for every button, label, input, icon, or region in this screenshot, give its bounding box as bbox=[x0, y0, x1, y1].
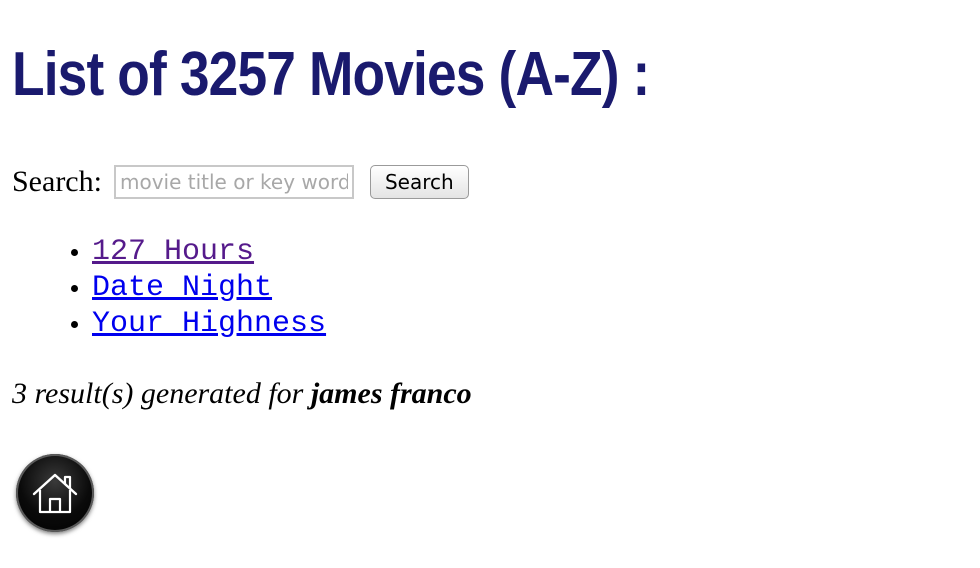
results-summary: 3 result(s) generated for james franco bbox=[12, 374, 472, 414]
search-form: Search: Search bbox=[12, 160, 469, 204]
movie-link-date-night[interactable]: Date Night bbox=[92, 271, 272, 305]
search-query: james franco bbox=[310, 377, 472, 410]
movie-link-your-highness[interactable]: Your Highness bbox=[92, 307, 326, 341]
search-label: Search: bbox=[12, 165, 102, 198]
list-item: 127 Hours bbox=[92, 234, 326, 270]
list-item: Date Night bbox=[92, 270, 326, 306]
page-title: List of 3257 Movies (A-Z) : bbox=[12, 40, 650, 109]
results-list: 127 Hours Date Night Your Highness bbox=[52, 234, 326, 342]
movie-link-127-hours[interactable]: 127 Hours bbox=[92, 235, 254, 269]
search-input[interactable] bbox=[113, 165, 354, 199]
home-button[interactable] bbox=[16, 454, 94, 532]
results-count-text: 3 result(s) generated for bbox=[12, 377, 311, 410]
home-icon bbox=[32, 473, 78, 514]
list-item: Your Highness bbox=[92, 306, 326, 342]
search-button[interactable]: Search bbox=[369, 165, 469, 199]
